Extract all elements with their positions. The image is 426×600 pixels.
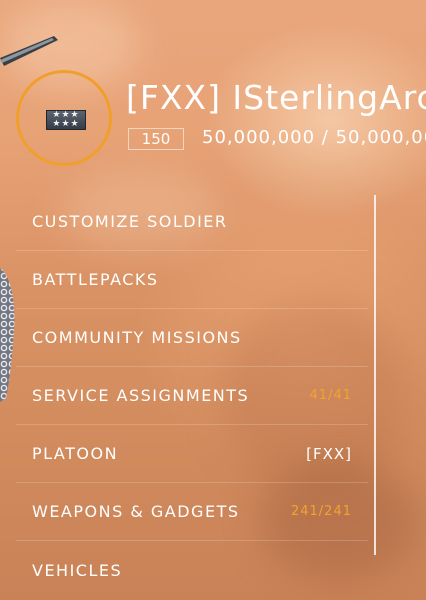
menu-item-customize-soldier[interactable]: CUSTOMIZE SOLDIER: [16, 193, 368, 251]
player-rank: 150: [128, 128, 184, 150]
rank-stars: ★★★ ★★★: [52, 110, 80, 129]
player-name: [FXX] ISterlingArc: [126, 78, 426, 117]
player-emblem[interactable]: ★★★ ★★★: [16, 70, 112, 166]
menu-item-label: SERVICE ASSIGNMENTS: [32, 386, 250, 405]
menu-item-label: CUSTOMIZE SOLDIER: [32, 212, 228, 231]
menu-item-label: COMMUNITY MISSIONS: [32, 328, 242, 347]
menu-item-vehicles[interactable]: VEHICLES: [16, 541, 368, 599]
menu-divider: [374, 195, 376, 555]
service-assignments-count: 41/41: [309, 388, 352, 403]
menu-item-service-assignments[interactable]: SERVICE ASSIGNMENTS 41/41: [16, 367, 368, 425]
menu-item-label: WEAPONS & GADGETS: [32, 502, 240, 521]
platoon-tag: [FXX]: [306, 444, 352, 463]
menu-item-community-missions[interactable]: COMMUNITY MISSIONS: [16, 309, 368, 367]
weapons-gadgets-count: 241/241: [290, 504, 352, 519]
menu-item-battlepacks[interactable]: BATTLEPACKS: [16, 251, 368, 309]
rank-badge-icon: ★★★ ★★★: [46, 110, 86, 130]
profile-menu: CUSTOMIZE SOLDIER BATTLEPACKS COMMUNITY …: [16, 193, 368, 599]
menu-item-weapons-gadgets[interactable]: WEAPONS & GADGETS 241/241: [16, 483, 368, 541]
xp-progress-text: 50,000,000 / 50,000,000: [202, 127, 426, 148]
menu-item-label: BATTLEPACKS: [32, 270, 159, 289]
menu-item-label: VEHICLES: [32, 560, 123, 580]
profile-screen: ★★★ ★★★ [FXX] ISterlingArc 150 50,000,000…: [0, 0, 426, 600]
menu-item-platoon[interactable]: PLATOON [FXX]: [16, 425, 368, 483]
menu-item-label: PLATOON: [32, 444, 119, 463]
